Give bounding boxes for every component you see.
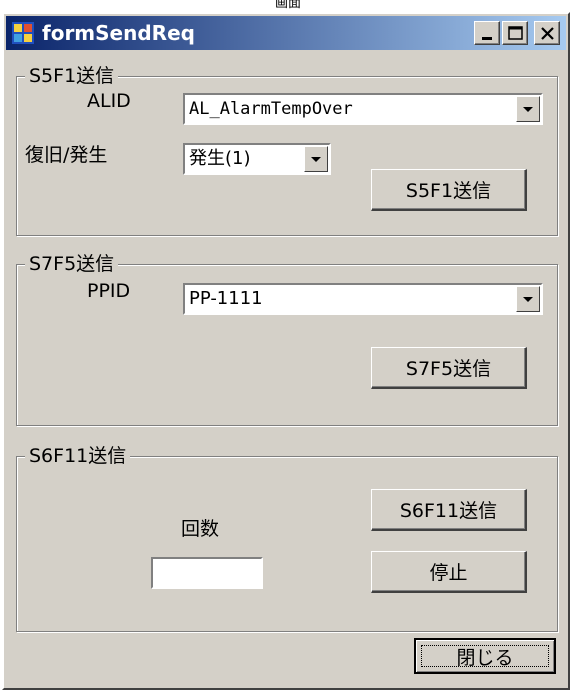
alid-dropdown-button[interactable]: [516, 96, 540, 122]
group-s6f11: S6F11送信 回数 S6F11送信 停止: [16, 444, 558, 632]
group-title-s6f11: S6F11送信: [25, 444, 131, 468]
ppid-label: PPID: [87, 280, 131, 302]
recover-occur-combobox[interactable]: 発生(1): [183, 143, 331, 175]
window-title: formSendReq: [42, 21, 195, 45]
alid-label: ALID: [87, 90, 131, 112]
recover-occur-value: 発生(1): [189, 148, 251, 169]
maximize-icon: [508, 26, 523, 40]
minimize-icon: [482, 37, 492, 40]
group-title-s7f5: S7F5送信: [25, 252, 119, 276]
chevron-down-icon: [523, 297, 533, 302]
close-button[interactable]: 閉じる: [414, 638, 556, 674]
recover-occur-dropdown-button[interactable]: [304, 146, 328, 172]
count-label: 回数: [181, 518, 220, 540]
ppid-combobox[interactable]: PP-1111: [183, 283, 543, 315]
s7f5-send-button[interactable]: S7F5送信: [371, 347, 527, 389]
s5f1-send-button[interactable]: S5F1送信: [371, 169, 527, 211]
chevron-down-icon: [311, 157, 321, 162]
close-window-button[interactable]: [534, 21, 560, 45]
s6f11-send-button[interactable]: S6F11送信: [371, 489, 527, 531]
form-window: formSendReq S5F1送信 ALID AL_AlarmTempOver: [2, 12, 570, 690]
minimize-button[interactable]: [474, 21, 500, 45]
focus-rectangle: [421, 645, 549, 667]
alid-value: AL_AlarmTempOver: [189, 99, 353, 119]
count-input[interactable]: [151, 557, 263, 589]
title-bar[interactable]: formSendReq: [6, 16, 566, 50]
alid-combobox[interactable]: AL_AlarmTempOver: [183, 93, 543, 125]
windows-form-icon: [12, 22, 34, 44]
group-s7f5: S7F5送信 PPID PP-1111 S7F5送信: [16, 252, 558, 426]
group-title-s5f1: S5F1送信: [25, 64, 119, 88]
chevron-down-icon: [523, 107, 533, 112]
maximize-button[interactable]: [502, 21, 528, 45]
close-icon: [541, 27, 554, 40]
recover-occur-label: 復旧/発生: [25, 144, 108, 166]
stop-button[interactable]: 停止: [371, 551, 527, 593]
ppid-dropdown-button[interactable]: [516, 286, 540, 312]
group-s5f1: S5F1送信 ALID AL_AlarmTempOver 復旧/発生 発生(1)…: [16, 64, 558, 236]
ppid-value: PP-1111: [189, 288, 263, 309]
